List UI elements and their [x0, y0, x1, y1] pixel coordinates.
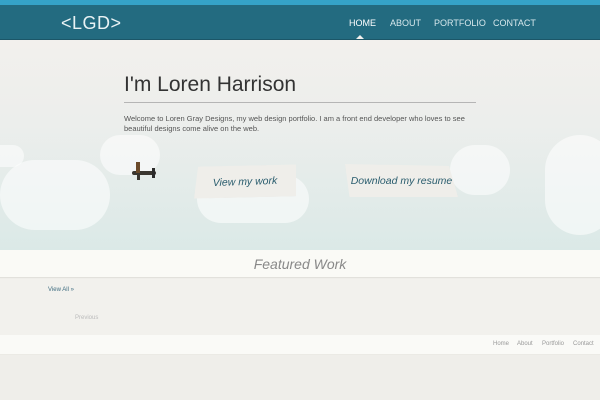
view-work-button[interactable]: View my work [194, 163, 296, 200]
cloud [450, 145, 510, 195]
featured-area: View All » Previous [0, 279, 600, 335]
cloud [0, 145, 24, 167]
previous-link[interactable]: Previous [75, 315, 98, 321]
nav-about[interactable]: ABOUT [390, 18, 421, 28]
footer-home[interactable]: Home [493, 341, 509, 347]
nav-portfolio[interactable]: PORTFOLIO [434, 18, 486, 28]
nav-home[interactable]: HOME [349, 18, 376, 28]
nav-contact[interactable]: CONTACT [493, 18, 536, 28]
logo[interactable]: <LGD> [61, 13, 122, 34]
divider [124, 102, 476, 103]
hero: I'm Loren Harrison Welcome to Loren Gray… [0, 40, 600, 250]
cloud [545, 135, 600, 235]
active-nav-indicator [356, 35, 364, 39]
footer-portfolio[interactable]: Portfolio [542, 341, 564, 347]
footer-contact[interactable]: Contact [573, 341, 594, 347]
nav-bar: <LGD> HOME ABOUT PORTFOLIO CONTACT [0, 5, 600, 40]
airplane-icon [132, 162, 156, 180]
cloud [0, 160, 110, 230]
page-title: I'm Loren Harrison [124, 73, 297, 96]
footer: Home About Portfolio Contact [0, 335, 600, 355]
featured-title: Featured Work [253, 256, 347, 272]
featured-header: Featured Work [0, 250, 600, 278]
view-all-link[interactable]: View All » [48, 287, 74, 293]
download-resume-button[interactable]: Download my resume [345, 164, 458, 197]
footer-about[interactable]: About [517, 341, 533, 347]
intro-text: Welcome to Loren Gray Designs, my web de… [124, 114, 465, 133]
